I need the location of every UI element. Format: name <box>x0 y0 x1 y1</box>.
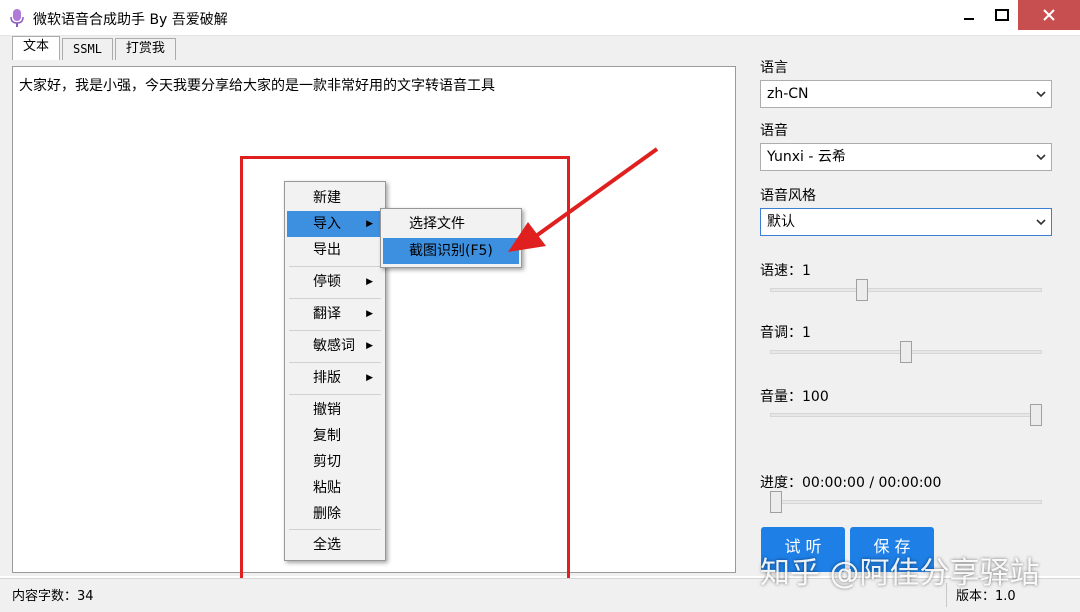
title-bar: 微软语音合成助手 By 吾爱破解 <box>0 0 1080 36</box>
speed-slider-track[interactable] <box>770 288 1042 292</box>
menu-separator <box>289 362 381 363</box>
menu-separator <box>289 529 381 530</box>
window-title: 微软语音合成助手 By 吾爱破解 <box>33 12 228 28</box>
menu-item-import[interactable]: 导入 ▶ <box>287 211 383 237</box>
watermark: 知乎 @阿佳分享驿站 <box>760 556 1040 591</box>
menu-item-pause[interactable]: 停顿 ▶ <box>287 269 383 295</box>
menu-item-label: 停顿 <box>313 274 341 290</box>
style-select[interactable]: 默认 <box>760 208 1052 236</box>
menu-item-label: 撤销 <box>313 402 341 418</box>
speed-label: 语速：1 <box>760 263 811 279</box>
menu-item-label: 复制 <box>313 428 341 444</box>
menu-item-undo[interactable]: 撤销 <box>287 397 383 423</box>
chevron-down-icon <box>1036 219 1046 226</box>
tab-ssml[interactable]: SSML <box>62 38 113 60</box>
language-label: 语言 <box>760 60 788 76</box>
menu-item-layout[interactable]: 排版 ▶ <box>287 365 383 391</box>
pitch-slider-thumb[interactable] <box>900 341 912 363</box>
menu-item-label: 导出 <box>313 242 341 258</box>
style-value: 默认 <box>767 214 795 230</box>
submenu-item-screenshot-ocr[interactable]: 截图识别(F5) <box>383 238 519 264</box>
pitch-label: 音调：1 <box>760 325 811 341</box>
submenu-arrow-icon: ▶ <box>366 219 373 229</box>
menu-item-label: 敏感词 <box>313 338 355 354</box>
menu-item-label: 新建 <box>313 190 341 206</box>
minimize-button[interactable] <box>948 0 990 30</box>
microphone-icon <box>10 9 24 27</box>
menu-separator <box>289 266 381 267</box>
submenu-arrow-icon: ▶ <box>366 341 373 351</box>
menu-item-copy[interactable]: 复制 <box>287 423 383 449</box>
maximize-button[interactable] <box>986 0 1018 30</box>
annotation-arrow <box>508 147 659 252</box>
submenu-arrow-icon: ▶ <box>366 373 373 383</box>
menu-item-sensitive-words[interactable]: 敏感词 ▶ <box>287 333 383 359</box>
menu-item-label: 翻译 <box>313 306 341 322</box>
chevron-down-icon <box>1036 91 1046 98</box>
menu-item-label: 排版 <box>313 370 341 386</box>
context-menu: 新建 导入 ▶ 导出 停顿 ▶ 翻译 ▶ 敏感词 ▶ 排版 ▶ 撤销 复制 剪切 粘贴 删… <box>284 181 386 561</box>
submenu-arrow-icon: ▶ <box>366 309 373 319</box>
submenu-item-select-file[interactable]: 选择文件 <box>383 211 519 237</box>
menu-separator <box>289 394 381 395</box>
tab-text[interactable]: 文本 <box>12 36 61 60</box>
volume-slider-track[interactable] <box>770 413 1042 417</box>
menu-item-label: 截图识别(F5) <box>409 243 493 259</box>
speed-slider-thumb[interactable] <box>856 279 868 301</box>
menu-item-translate[interactable]: 翻译 ▶ <box>287 301 383 327</box>
maximize-icon <box>995 9 1009 21</box>
progress-slider-track[interactable] <box>770 500 1042 504</box>
menu-item-export[interactable]: 导出 <box>287 237 383 263</box>
close-icon <box>1043 9 1055 21</box>
close-button[interactable] <box>1018 0 1080 30</box>
chevron-down-icon <box>1036 154 1046 161</box>
progress-slider-thumb[interactable] <box>770 491 782 513</box>
menu-item-delete[interactable]: 删除 <box>287 501 383 527</box>
menu-item-cut[interactable]: 剪切 <box>287 449 383 475</box>
style-label: 语音风格 <box>760 188 816 204</box>
language-select[interactable]: zh-CN <box>760 80 1052 108</box>
menu-item-paste[interactable]: 粘贴 <box>287 475 383 501</box>
menu-item-label: 选择文件 <box>409 216 465 232</box>
volume-label: 音量：100 <box>760 389 829 405</box>
submenu-arrow-icon: ▶ <box>366 277 373 287</box>
voice-value: Yunxi - 云希 <box>767 149 846 165</box>
editor-content[interactable]: 大家好，我是小强，今天我要分享给大家的是一款非常好用的文字转语音工具 <box>19 75 495 95</box>
menu-item-label: 导入 <box>313 216 341 232</box>
progress-label: 进度：00:00:00 / 00:00:00 <box>760 475 942 491</box>
menu-separator <box>289 298 381 299</box>
voice-select[interactable]: Yunxi - 云希 <box>760 143 1052 171</box>
tab-strip: 文本 SSML 打赏我 <box>12 36 178 60</box>
menu-item-new[interactable]: 新建 <box>287 185 383 211</box>
language-value: zh-CN <box>767 86 809 102</box>
menu-item-label: 全选 <box>313 537 341 553</box>
menu-separator <box>289 330 381 331</box>
volume-slider-thumb[interactable] <box>1030 404 1042 426</box>
menu-item-label: 剪切 <box>313 454 341 470</box>
char-count: 内容字数：34 <box>12 589 94 604</box>
voice-label: 语音 <box>760 123 788 139</box>
menu-item-label: 粘贴 <box>313 480 341 496</box>
tab-donate[interactable]: 打赏我 <box>114 38 176 60</box>
minimize-icon <box>964 18 974 20</box>
menu-item-select-all[interactable]: 全选 <box>287 532 383 558</box>
menu-item-label: 删除 <box>313 506 341 522</box>
